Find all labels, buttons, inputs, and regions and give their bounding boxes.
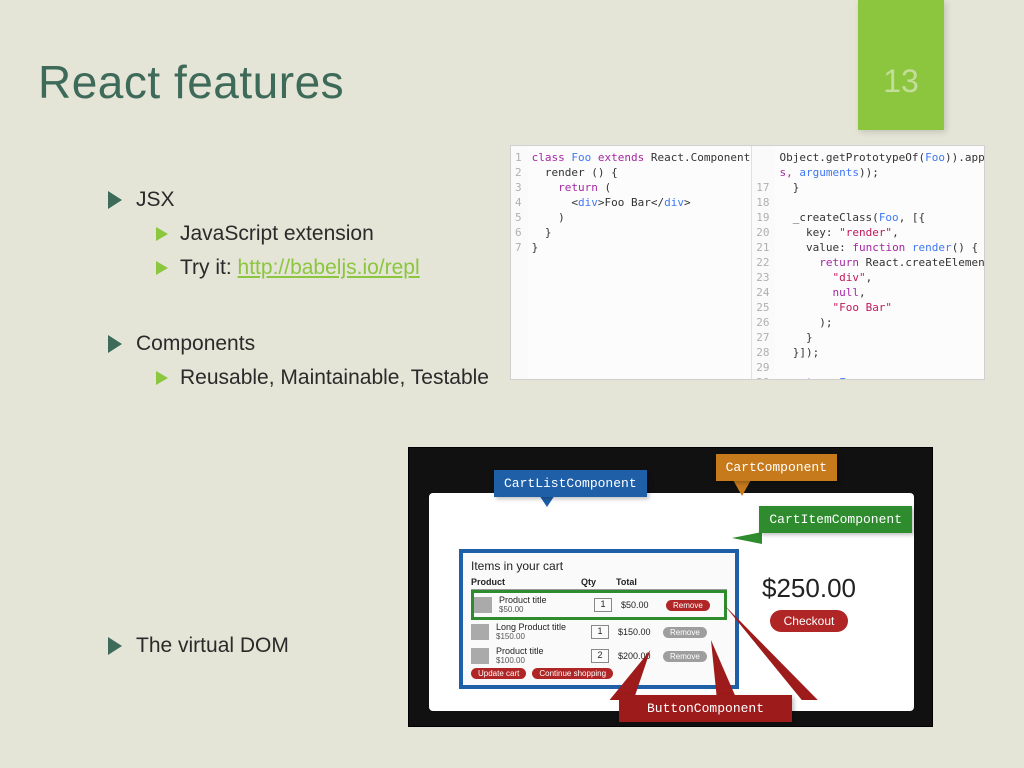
bullet-text: JSX: [136, 188, 175, 212]
triangle-icon: [108, 637, 122, 655]
row-total: $50.00: [621, 600, 663, 610]
triangle-icon: [108, 335, 122, 353]
bullet-components: Components: [108, 332, 489, 356]
cart-item-row: Product title$100.002$200.00Remove: [471, 644, 727, 668]
babel-repl-link[interactable]: http://babeljs.io/repl: [238, 256, 420, 279]
product-thumb-icon: [471, 648, 489, 664]
product-info: Product title$100.00: [496, 647, 582, 665]
page-number-box: 13: [858, 0, 944, 130]
cart-table-header: Product Qty Total: [471, 577, 727, 590]
callout-cart-item-component: CartItemComponent: [759, 506, 912, 533]
bullet-text: JavaScript extension: [180, 222, 374, 246]
cart-list-title: Items in your cart: [471, 559, 727, 573]
triangle-icon: [156, 227, 168, 241]
qty-input[interactable]: 1: [594, 598, 612, 612]
product-info: Long Product title$150.00: [496, 623, 582, 641]
bullet-components-sub1: Reusable, Maintainable, Testable: [156, 366, 489, 390]
update-cart-button[interactable]: Update cart: [471, 668, 526, 679]
continue-shopping-button[interactable]: Continue shopping: [532, 668, 613, 679]
triangle-icon: [108, 191, 122, 209]
product-thumb-icon: [471, 624, 489, 640]
cart-item-row: Long Product title$150.00 1 $150.00Remove: [471, 620, 727, 644]
page-number: 13: [883, 63, 919, 100]
cart-total-amount: $250.00: [739, 573, 879, 604]
bullet-text: Components: [136, 332, 255, 356]
checkout-button[interactable]: Checkout: [770, 610, 849, 632]
triangle-icon: [156, 371, 168, 385]
cart-total-box: $250.00 Checkout: [739, 573, 879, 632]
component-diagram: Items in your cart Product Qty Total Pro…: [408, 447, 933, 727]
triangle-icon: [156, 261, 168, 275]
cart-list-component-box: Items in your cart Product Qty Total Pro…: [459, 549, 739, 689]
qty-input[interactable]: 2: [591, 649, 609, 663]
cart-item-row: Product title$50.00 1 $50.00Remove: [471, 590, 727, 620]
bullet-jsx-sub2: Try it: http://babeljs.io/repl: [156, 256, 489, 280]
bullet-text: Try it:: [180, 256, 238, 279]
callout-cart-component: CartComponent: [716, 454, 837, 481]
hdr-product: Product: [471, 577, 581, 587]
slide-title: React features: [38, 55, 344, 109]
row-total: $150.00: [618, 627, 660, 637]
code-compiled-output: 17 18 19 20 21 22 23 24 25 26 27 28 29 3…: [752, 146, 984, 379]
callout-button-component: ButtonComponent: [619, 695, 792, 722]
remove-button[interactable]: Remove: [666, 600, 710, 611]
line-numbers: 1 2 3 4 5 6 7: [511, 146, 528, 379]
code-block: Object.getPrototypeOf(Foo)).apply(thi s,…: [775, 146, 984, 379]
product-thumb-icon: [474, 597, 492, 613]
code-jsx-source: 1 2 3 4 5 6 7 class Foo extends React.Co…: [511, 146, 752, 379]
bullet-text: Reusable, Maintainable, Testable: [180, 366, 489, 390]
remove-button[interactable]: Remove: [663, 651, 707, 662]
hdr-total: Total: [616, 577, 666, 587]
code-comparison-panel: 1 2 3 4 5 6 7 class Foo extends React.Co…: [510, 145, 985, 380]
code-block: class Foo extends React.Component { rend…: [528, 146, 768, 379]
qty-input[interactable]: 1: [591, 625, 609, 639]
bullet-jsx: JSX: [108, 188, 489, 212]
remove-button[interactable]: Remove: [663, 627, 707, 638]
callout-pointer-icon: [732, 532, 762, 544]
callout-cart-list-component: CartListComponent: [494, 470, 647, 497]
hdr-qty: Qty: [581, 577, 616, 587]
product-info: Product title$50.00: [499, 596, 585, 614]
bullet-text: The virtual DOM: [136, 634, 289, 658]
bullet-jsx-sub1: JavaScript extension: [156, 222, 489, 246]
line-numbers: 17 18 19 20 21 22 23 24 25 26 27 28 29 3…: [752, 146, 775, 379]
